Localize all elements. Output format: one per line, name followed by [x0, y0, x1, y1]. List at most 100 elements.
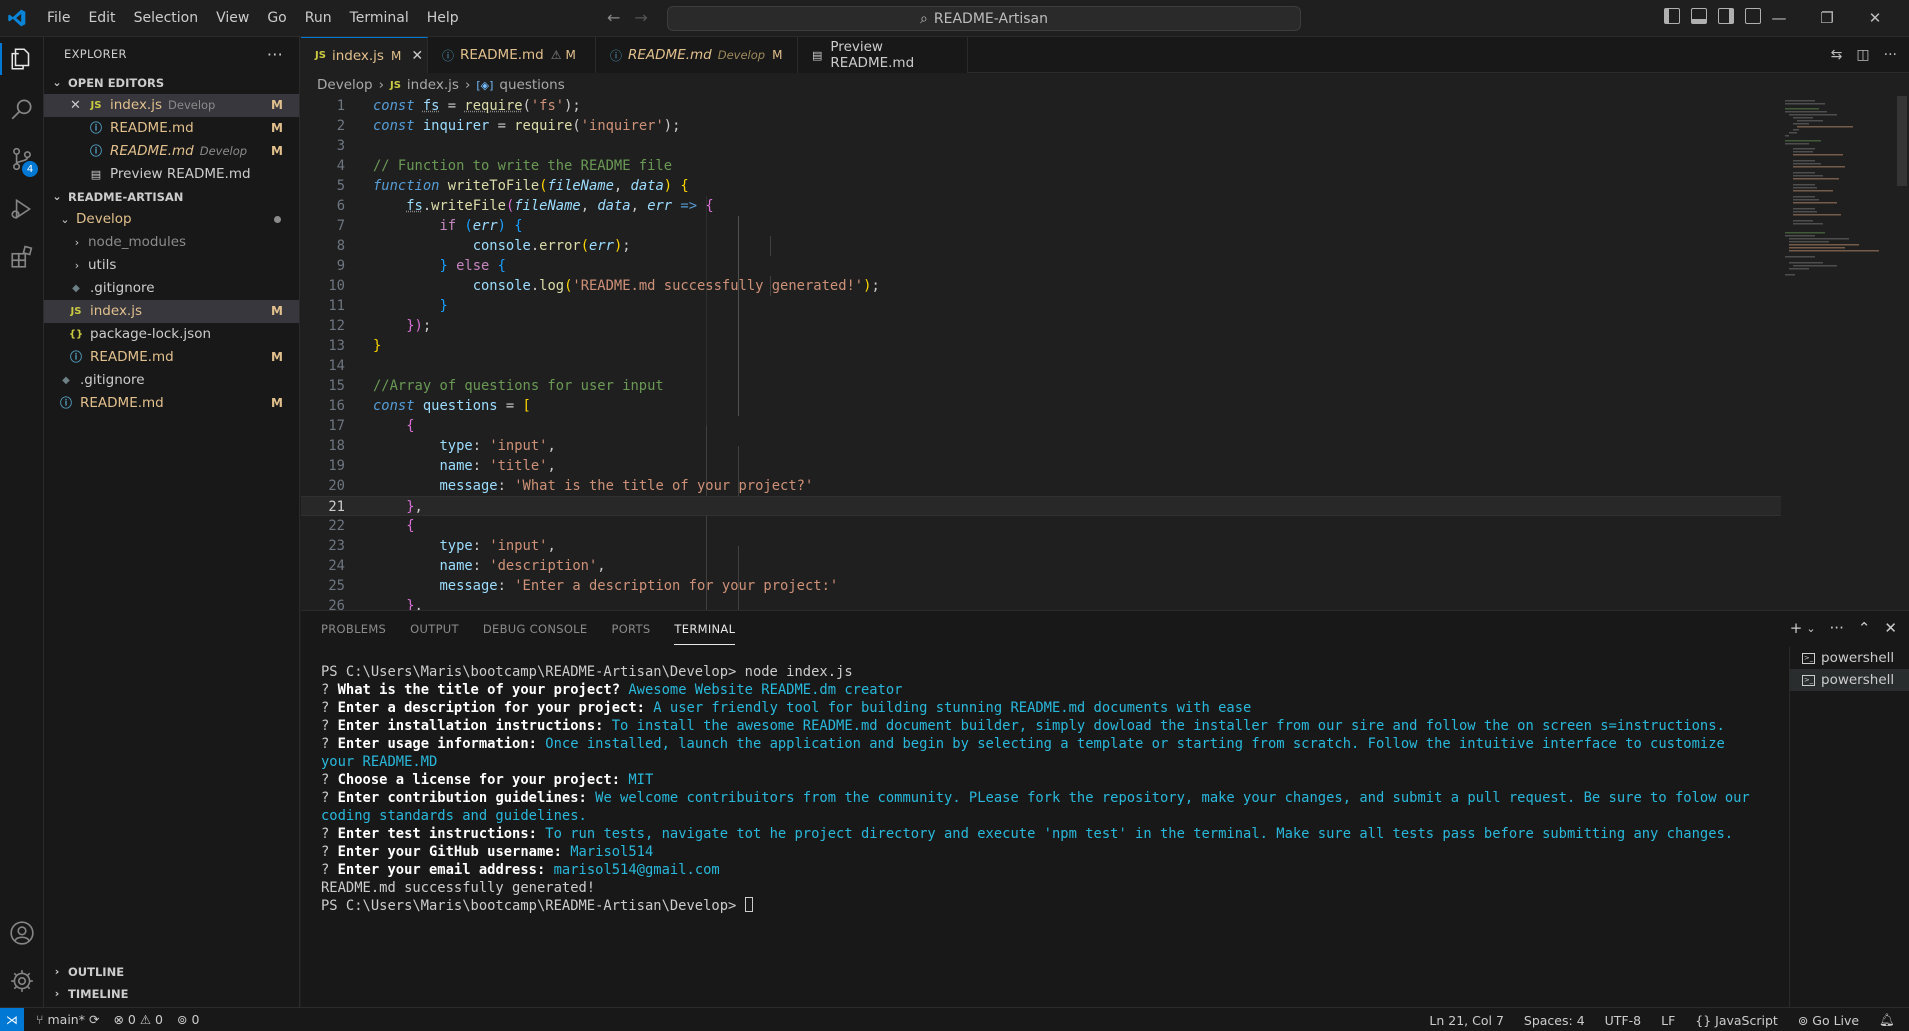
- chevron-right-icon: ›: [74, 236, 80, 249]
- restore-icon[interactable]: ❐: [1803, 0, 1851, 37]
- tab-readme[interactable]: ⓘ README.md ⚠ M: [428, 37, 596, 73]
- search-icon[interactable]: [0, 87, 44, 131]
- menu-help[interactable]: Help: [418, 0, 468, 37]
- encoding[interactable]: UTF-8: [1605, 1013, 1641, 1028]
- breadcrumb-folder[interactable]: Develop: [317, 77, 373, 93]
- menu-go[interactable]: Go: [258, 0, 295, 37]
- open-editor-readme-develop[interactable]: ⓘ README.md Develop M: [44, 140, 299, 163]
- file-desc: Develop: [199, 144, 248, 158]
- close-tab-icon[interactable]: ✕: [411, 48, 423, 64]
- open-changes-icon[interactable]: ⇆: [1831, 47, 1843, 63]
- remote-icon[interactable]: ⋊: [0, 1008, 24, 1031]
- file-name: README.md: [80, 395, 164, 411]
- code-line: 26 },: [301, 596, 1781, 610]
- tab-output[interactable]: OUTPUT: [410, 611, 459, 647]
- open-editor-readme[interactable]: ⓘ README.md M: [44, 117, 299, 140]
- breadcrumb-file[interactable]: index.js: [407, 77, 459, 93]
- terminal-line: PS C:\Users\Maris\bootcamp\README-Artisa…: [321, 897, 1761, 915]
- menu-terminal[interactable]: Terminal: [341, 0, 418, 37]
- breadcrumb-symbol[interactable]: questions: [499, 77, 564, 93]
- notifications-bell-icon[interactable]: 🔔︎: [1879, 1012, 1895, 1028]
- tab-ports[interactable]: PORTS: [611, 611, 650, 647]
- chevron-down-icon[interactable]: ⌄: [1806, 622, 1815, 637]
- scrollbar-thumb[interactable]: [1897, 96, 1907, 186]
- split-editor-icon[interactable]: ◫: [1856, 47, 1869, 63]
- tab-readme-develop[interactable]: ⓘ README.md Develop M: [596, 37, 798, 73]
- command-center-search[interactable]: ⌕ README-Artisan: [667, 6, 1301, 31]
- settings-gear-icon[interactable]: [0, 959, 44, 1003]
- folder-utils[interactable]: › utils: [44, 254, 299, 277]
- go-live-button[interactable]: ⊚ Go Live: [1798, 1013, 1859, 1028]
- indentation[interactable]: Spaces: 4: [1524, 1013, 1585, 1028]
- close-panel-icon[interactable]: ✕: [1884, 619, 1897, 637]
- variable-symbol-icon: [◈]: [476, 78, 494, 92]
- maximize-panel-icon[interactable]: ⌃: [1858, 619, 1871, 637]
- terminal-line: ? What is the title of your project? Awe…: [321, 682, 903, 698]
- chevron-down-icon: ⌄: [60, 213, 70, 226]
- activity-bar: 4: [0, 37, 44, 1007]
- tab-preview-readme[interactable]: ▤ Preview README.md: [798, 37, 968, 73]
- language-label: JavaScript: [1715, 1012, 1778, 1028]
- ports-status[interactable]: ⊚ 0: [177, 1012, 199, 1027]
- terminal-instance[interactable]: >_ powershell: [1790, 647, 1909, 669]
- source-control-icon[interactable]: 4: [0, 137, 44, 181]
- branch-status[interactable]: ⑂ main* ⟳: [36, 1012, 99, 1027]
- project-header[interactable]: ⌄ README-ARTISAN: [44, 186, 299, 208]
- tab-problems[interactable]: PROBLEMS: [321, 611, 386, 647]
- warning-icon: ⚠: [139, 1012, 152, 1027]
- code-line: 20 message: 'What is the title of your p…: [301, 476, 1781, 496]
- json-icon: {}: [68, 329, 84, 340]
- open-editor-preview[interactable]: ▤ Preview README.md: [44, 163, 299, 186]
- problems-status[interactable]: ⊗ 0 ⚠ 0: [113, 1012, 163, 1027]
- toggle-secondary-sidebar-icon[interactable]: [1718, 8, 1734, 24]
- tab-index-js[interactable]: JS index.js M ✕: [301, 37, 428, 73]
- tab-terminal[interactable]: TERMINAL: [674, 614, 736, 645]
- close-window-icon[interactable]: ✕: [1851, 0, 1899, 37]
- open-editor-index-js[interactable]: ✕ JS index.js Develop M: [44, 94, 299, 117]
- file-readme-root[interactable]: ⓘ README.md M: [44, 392, 299, 415]
- more-actions-icon[interactable]: ···: [1830, 619, 1844, 637]
- menu-view[interactable]: View: [207, 0, 258, 37]
- search-icon: ⌕: [920, 10, 928, 27]
- js-icon: JS: [70, 306, 82, 317]
- warning-icon: ⚠: [550, 48, 562, 62]
- code-editor[interactable]: 1 const fs = require('fs'); 2 const inquir…: [301, 96, 1909, 610]
- minimize-icon[interactable]: —: [1755, 0, 1803, 37]
- prompt-answer: Marisol514: [570, 844, 654, 860]
- file-readme-develop[interactable]: ⓘ README.md M: [44, 346, 299, 369]
- file-gitignore-develop[interactable]: ◆ .gitignore: [44, 277, 299, 300]
- open-editors-header[interactable]: ⌄ OPEN EDITORS: [44, 72, 299, 94]
- editor-scrollbar[interactable]: [1895, 96, 1909, 610]
- minimap[interactable]: [1781, 96, 1891, 336]
- new-terminal-icon[interactable]: +: [1790, 619, 1803, 637]
- file-index-js[interactable]: JS index.js M: [44, 300, 299, 323]
- end-of-line[interactable]: LF: [1661, 1013, 1675, 1028]
- menu-selection[interactable]: Selection: [125, 0, 208, 37]
- file-gitignore-root[interactable]: ◆ .gitignore: [44, 369, 299, 392]
- menu-run[interactable]: Run: [296, 0, 341, 37]
- timeline-header[interactable]: › TIMELINE: [44, 983, 299, 1005]
- terminal-output[interactable]: PS C:\Users\Maris\bootcamp\README-Artisa…: [321, 663, 1761, 915]
- explorer-icon[interactable]: [0, 37, 44, 81]
- outline-header[interactable]: › OUTLINE: [44, 961, 299, 983]
- toggle-panel-icon[interactable]: [1691, 8, 1707, 24]
- more-actions-icon[interactable]: ···: [267, 37, 283, 72]
- file-package-lock[interactable]: {} package-lock.json: [44, 323, 299, 346]
- cursor-position[interactable]: Ln 21, Col 7: [1429, 1013, 1504, 1028]
- accounts-icon[interactable]: [0, 911, 44, 955]
- extensions-icon[interactable]: [0, 235, 44, 279]
- folder-develop[interactable]: ⌄ Develop: [44, 208, 299, 231]
- menu-file[interactable]: File: [38, 0, 79, 37]
- tab-debug-console[interactable]: DEBUG CONSOLE: [483, 611, 588, 647]
- folder-node-modules[interactable]: › node_modules: [44, 231, 299, 254]
- language-mode[interactable]: {} JavaScript: [1695, 1013, 1778, 1028]
- terminal-instance-active[interactable]: >_ powershell: [1790, 669, 1909, 691]
- back-arrow-icon[interactable]: ←: [607, 8, 620, 27]
- close-icon[interactable]: ✕: [70, 94, 88, 117]
- run-debug-icon[interactable]: [0, 187, 44, 231]
- line-number: 11: [328, 298, 345, 314]
- more-actions-icon[interactable]: ···: [1884, 47, 1897, 63]
- toggle-primary-sidebar-icon[interactable]: [1664, 8, 1680, 24]
- menu-edit[interactable]: Edit: [79, 0, 124, 37]
- forward-arrow-icon[interactable]: →: [634, 8, 647, 27]
